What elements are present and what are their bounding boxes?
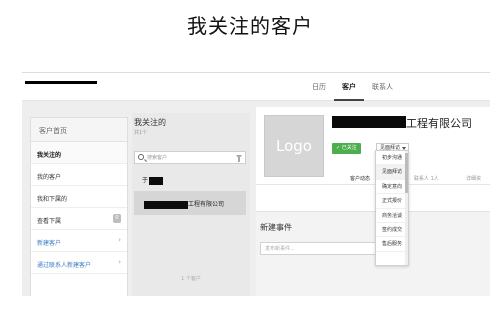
sidebar: 客户首页 我关注的 我的客户 我和下属的 查看下属 0 新建客户 › 通过联系人… <box>30 117 128 296</box>
customer-name: 工程有限公司 <box>332 115 472 131</box>
list-title: 我关注的 <box>134 118 166 127</box>
sidebar-item-label: 通过联系人新建客户 <box>37 262 92 269</box>
stage-dropdown-menu: 初步沟通 见面拜访 确定意向 正式报价 商务洽谈 签约成交 售后服务 <box>375 150 409 266</box>
detail-tabs: 客户动态 联系人 1人 详细资 <box>256 171 490 185</box>
sidebar-item-my-customers[interactable]: 我的客户 <box>31 164 127 186</box>
list-count: 共1个 <box>134 130 148 136</box>
tab-details[interactable]: 详细资 <box>466 175 481 182</box>
search-icon <box>138 154 144 160</box>
tab-contacts[interactable]: 联系人 1人 <box>414 175 439 182</box>
list-item-selected[interactable]: 工程有限公司 <box>134 191 246 215</box>
sidebar-item-label: 我关注的 <box>37 152 62 159</box>
sidebar-header[interactable]: 客户首页 <box>31 118 127 142</box>
sidebar-item-label: 新建客户 <box>37 240 62 247</box>
customer-name-suffix: 工程有限公司 <box>188 201 225 208</box>
dropdown-option[interactable]: 正式报价 <box>376 194 408 209</box>
tab-activity[interactable]: 客户动态 <box>350 175 370 182</box>
dropdown-option-highlighted[interactable]: 见面拜访 <box>376 165 408 180</box>
redacted-text <box>144 200 188 209</box>
customer-name-suffix: 工程有限公司 <box>406 117 472 130</box>
chevron-right-icon: › <box>118 258 121 266</box>
customer-detail-panel: Logo 工程有限公司 ✓ 已关注 见面拜访 客户动态 联系人 1人 详细资 新… <box>256 107 490 296</box>
customer-list-panel: 我关注的 共1个 于 工程有限公司 1 个客户 <box>132 113 250 296</box>
nav-customers[interactable]: 客户 <box>334 73 364 101</box>
dropdown-option[interactable]: 签约成交 <box>376 223 408 238</box>
redacted-text <box>332 116 406 128</box>
nav-calendar[interactable]: 日历 <box>304 73 334 101</box>
slide-title: 我关注的客户 <box>187 14 313 38</box>
sidebar-item-me-and-subordinates[interactable]: 我和下属的 <box>31 186 127 208</box>
sidebar-item-new-customer[interactable]: 新建客户 › <box>31 230 127 252</box>
dropdown-scrollbar[interactable] <box>405 151 408 265</box>
events-section: 新建事件 <box>256 211 490 296</box>
sidebar-item-view-subordinates[interactable]: 查看下属 0 <box>31 208 127 230</box>
sidebar-item-new-from-contact[interactable]: 通过联系人新建客户 › <box>31 252 127 274</box>
search-input[interactable] <box>147 152 229 163</box>
count-badge: 0 <box>113 214 121 223</box>
sidebar-item-label: 我和下属的 <box>37 196 68 203</box>
dropdown-option[interactable]: 售后服务 <box>376 237 408 252</box>
main-nav: 日历 客户 联系人 <box>304 73 401 101</box>
list-item[interactable]: 于 <box>134 170 246 188</box>
top-bar: 日历 客户 联系人 <box>22 73 490 101</box>
sidebar-item-following[interactable]: 我关注的 <box>31 142 127 164</box>
dropdown-option[interactable]: 初步沟通 <box>376 151 408 166</box>
new-event-input[interactable] <box>260 242 380 255</box>
brand-logo-redacted <box>25 81 97 84</box>
dropdown-option[interactable]: 商务洽谈 <box>376 209 408 223</box>
events-title: 新建事件 <box>260 223 292 232</box>
following-button[interactable]: ✓ 已关注 <box>332 143 361 154</box>
chevron-right-icon: › <box>118 236 121 244</box>
dropdown-option[interactable]: 确定意向 <box>376 180 408 195</box>
crm-app-window: 日历 客户 联系人 客户首页 我关注的 我的客户 我和下属的 查看下属 0 新建… <box>22 72 490 296</box>
sidebar-item-label: 我的客户 <box>37 174 62 181</box>
nav-contacts[interactable]: 联系人 <box>364 73 401 101</box>
filter-icon[interactable] <box>236 155 242 162</box>
redacted-text <box>149 176 164 185</box>
customer-name-prefix: 于 <box>142 177 149 184</box>
search-box <box>134 151 246 164</box>
sidebar-item-label: 查看下属 <box>37 218 62 225</box>
list-footer: 1 个客户 <box>181 276 201 282</box>
customer-logo: Logo <box>264 115 324 177</box>
